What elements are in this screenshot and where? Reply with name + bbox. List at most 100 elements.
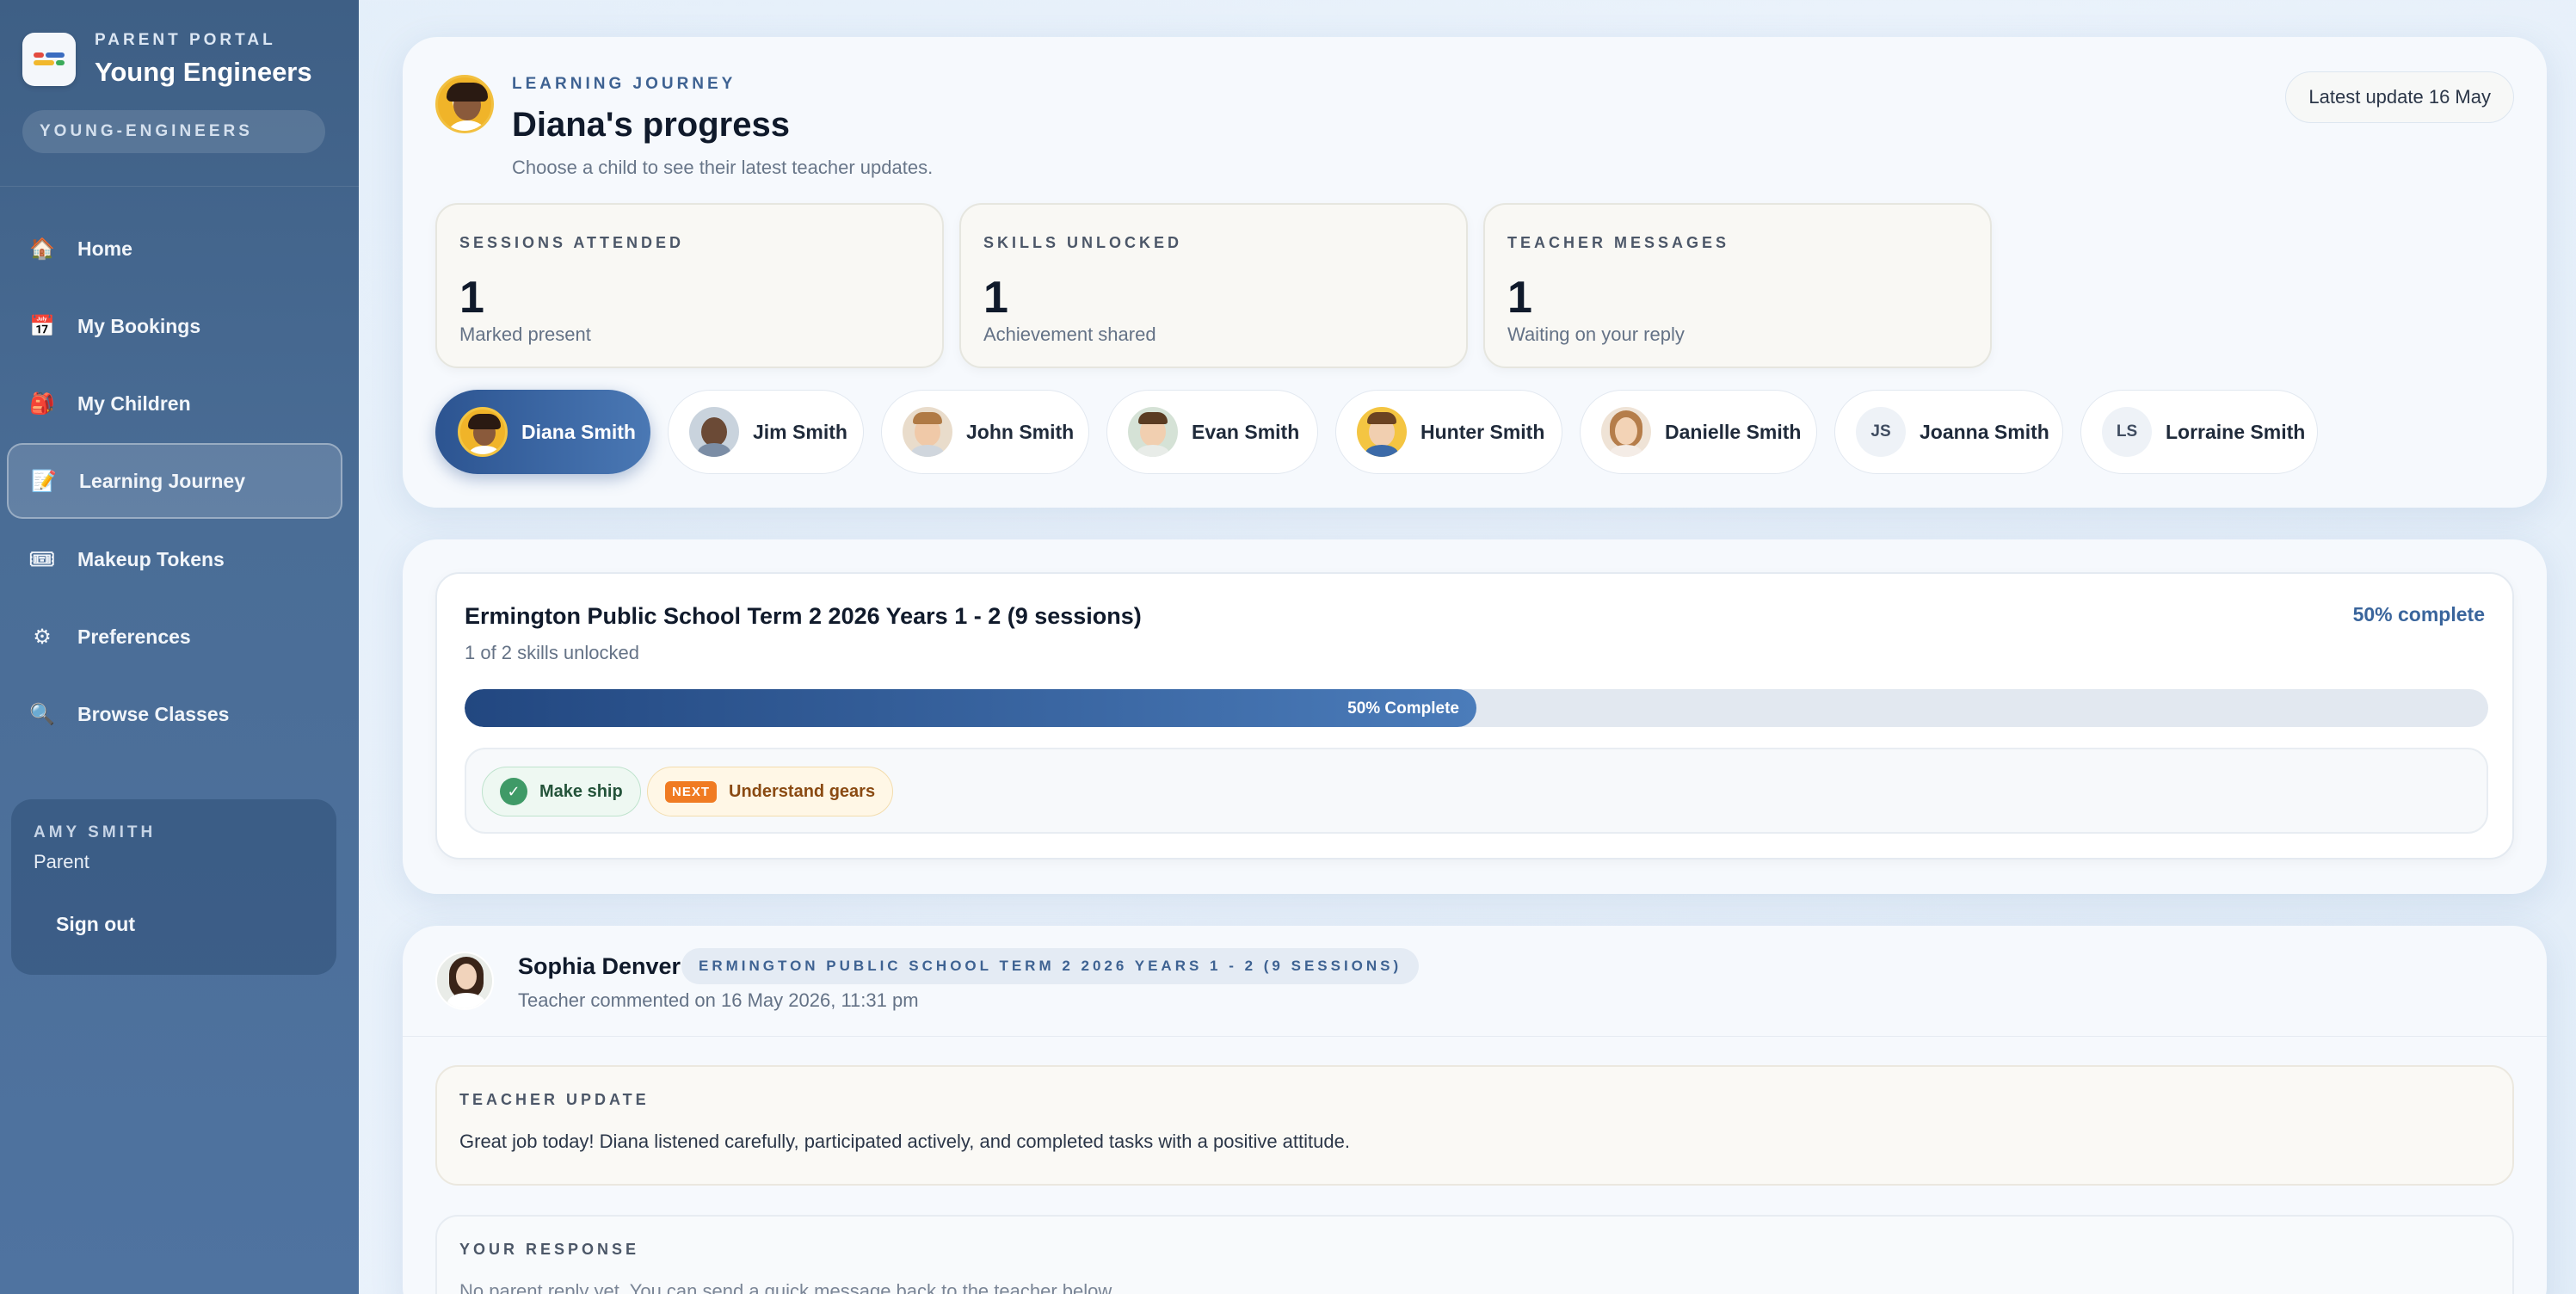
progress-bar: 50% Complete <box>465 689 2488 727</box>
sidebar-item-makeup-tokens[interactable]: 🎟 Makeup Tokens <box>7 521 342 597</box>
child-chip-lorraine[interactable]: LS Lorraine Smith <box>2080 390 2318 474</box>
child-initials-avatar: LS <box>2102 407 2152 457</box>
child-avatar <box>458 407 508 457</box>
user-role: Parent <box>34 851 89 872</box>
stat-note: Waiting on your reply <box>1507 324 1685 345</box>
course-title: Ermington Public School Term 2 2026 Year… <box>465 603 1142 629</box>
sidebar-item-label: Home <box>77 237 132 260</box>
page-title: Diana's progress <box>512 106 790 144</box>
stat-value: 1 <box>983 273 1008 323</box>
child-avatar <box>1128 407 1178 457</box>
teacher-name: Sophia Denver <box>518 953 681 979</box>
stat-card-messages: TEACHER MESSAGES 1 Waiting on your reply <box>1483 203 1992 368</box>
check-icon: ✓ <box>500 778 527 805</box>
gear-icon: ⚙ <box>33 625 52 649</box>
stat-note: Achievement shared <box>983 324 1156 345</box>
skill-label: Understand gears <box>729 781 876 801</box>
stat-label: SESSIONS ATTENDED <box>459 234 685 251</box>
progress-bar-fill: 50% Complete <box>465 689 1476 727</box>
sidebar-item-label: My Bookings <box>77 314 201 337</box>
skills-list: ✓ Make ship NEXT Understand gears <box>465 748 2488 834</box>
child-chip-label: Evan Smith <box>1192 420 1300 443</box>
child-initials-avatar: JS <box>1856 407 1906 457</box>
sidebar-divider <box>0 186 359 187</box>
class-tag: ERMINGTON PUBLIC SCHOOL TERM 2 2026 YEAR… <box>681 948 1420 984</box>
home-icon: 🏠 <box>29 237 55 261</box>
child-chip-label: Diana Smith <box>521 420 636 443</box>
skill-label: Make ship <box>539 781 623 801</box>
course-skills-count: 1 of 2 skills unlocked <box>465 642 639 663</box>
sidebar-item-learning-journey[interactable]: 📝 Learning Journey <box>7 443 342 519</box>
teacher-update-text: Great job today! Diana listened carefull… <box>459 1131 1350 1152</box>
brand-kicker: PARENT PORTAL <box>95 31 276 49</box>
course-progress-panel: Ermington Public School Term 2 2026 Year… <box>435 572 2514 860</box>
teacher-update-label: TEACHER UPDATE <box>459 1091 650 1108</box>
progress-card: LEARNING JOURNEY Diana's progress Choose… <box>403 37 2547 508</box>
child-avatar <box>1357 407 1407 457</box>
stat-value: 1 <box>459 273 484 323</box>
backpack-icon: 🎒 <box>29 391 55 416</box>
divider <box>403 1036 2547 1037</box>
response-text: No parent reply yet. You can send a quic… <box>459 1280 1117 1294</box>
sidebar-item-home[interactable]: 🏠 Home <box>7 211 342 287</box>
user-name: AMY SMITH <box>34 823 157 841</box>
child-avatar <box>435 75 494 133</box>
comment-date: Teacher commented on 16 May 2026, 11:31 … <box>518 989 919 1011</box>
stat-label: SKILLS UNLOCKED <box>983 234 1182 251</box>
child-chip-label: Jim Smith <box>753 420 847 443</box>
child-chip-label: Lorraine Smith <box>2166 420 2306 443</box>
sidebar-item-my-children[interactable]: 🎒 My Children <box>7 366 342 441</box>
course-card: Ermington Public School Term 2 2026 Year… <box>403 539 2547 894</box>
calendar-icon: 📅 <box>29 314 55 338</box>
next-badge: NEXT <box>665 780 718 803</box>
child-chip-evan[interactable]: Evan Smith <box>1106 390 1318 474</box>
child-avatar <box>903 407 952 457</box>
stat-card-skills: SKILLS UNLOCKED 1 Achievement shared <box>959 203 1468 368</box>
user-card: AMY SMITH Parent Sign out <box>11 799 336 975</box>
sign-out-button[interactable]: Sign out <box>56 913 135 936</box>
child-chip-diana[interactable]: Diana Smith <box>435 390 650 474</box>
child-chip-label: Danielle Smith <box>1665 420 1802 443</box>
child-chip-danielle[interactable]: Danielle Smith <box>1580 390 1817 474</box>
stat-card-sessions: SESSIONS ATTENDED 1 Marked present <box>435 203 944 368</box>
brand-logo-icon <box>22 33 76 86</box>
sidebar: PARENT PORTAL Young Engineers YOUNG-ENGI… <box>0 0 359 1294</box>
stat-note: Marked present <box>459 324 591 345</box>
teacher-update-box: TEACHER UPDATE Great job today! Diana li… <box>435 1065 2514 1186</box>
sidebar-item-preferences[interactable]: ⚙ Preferences <box>7 599 342 675</box>
sidebar-item-browse-classes[interactable]: 🔍 Browse Classes <box>7 676 342 752</box>
magnifier-icon: 🔍 <box>29 702 55 726</box>
course-percent: 50% complete <box>2352 603 2485 625</box>
child-chip-jim[interactable]: Jim Smith <box>668 390 864 474</box>
child-avatar <box>1601 407 1651 457</box>
brand-name: Young Engineers <box>95 57 312 87</box>
child-chip-joanna[interactable]: JS Joanna Smith <box>1834 390 2063 474</box>
stat-value: 1 <box>1507 273 1532 323</box>
child-avatar <box>689 407 739 457</box>
parent-response-box: YOUR RESPONSE No parent reply yet. You c… <box>435 1215 2514 1294</box>
org-slug-badge: YOUNG-ENGINEERS <box>22 110 325 153</box>
memo-icon: 📝 <box>31 469 57 493</box>
child-chip-john[interactable]: John Smith <box>881 390 1089 474</box>
page-kicker: LEARNING JOURNEY <box>512 75 736 93</box>
brand[interactable]: PARENT PORTAL Young Engineers <box>22 31 312 88</box>
child-chip-hunter[interactable]: Hunter Smith <box>1335 390 1562 474</box>
sidebar-item-label: Browse Classes <box>77 702 230 725</box>
teacher-comment-card: Sophia Denver ERMINGTON PUBLIC SCHOOL TE… <box>403 926 2547 1294</box>
child-chip-label: Joanna Smith <box>1920 420 2049 443</box>
sidebar-item-my-bookings[interactable]: 📅 My Bookings <box>7 288 342 364</box>
stat-label: TEACHER MESSAGES <box>1507 234 1730 251</box>
sidebar-item-label: Learning Journey <box>79 469 245 492</box>
sidebar-item-label: Makeup Tokens <box>77 547 225 570</box>
child-chip-label: Hunter Smith <box>1420 420 1545 443</box>
latest-update-badge: Latest update 16 May <box>2285 71 2514 123</box>
child-chip-label: John Smith <box>966 420 1075 443</box>
teacher-avatar <box>435 952 494 1010</box>
skill-badge-completed: ✓ Make ship <box>482 767 641 816</box>
skill-badge-next: NEXT Understand gears <box>647 767 894 816</box>
page-subtitle: Choose a child to see their latest teach… <box>512 157 934 178</box>
progress-bar-label: 50% Complete <box>1347 699 1459 718</box>
sidebar-item-label: Preferences <box>77 625 191 648</box>
sidebar-item-label: My Children <box>77 391 191 415</box>
response-label: YOUR RESPONSE <box>459 1241 640 1258</box>
